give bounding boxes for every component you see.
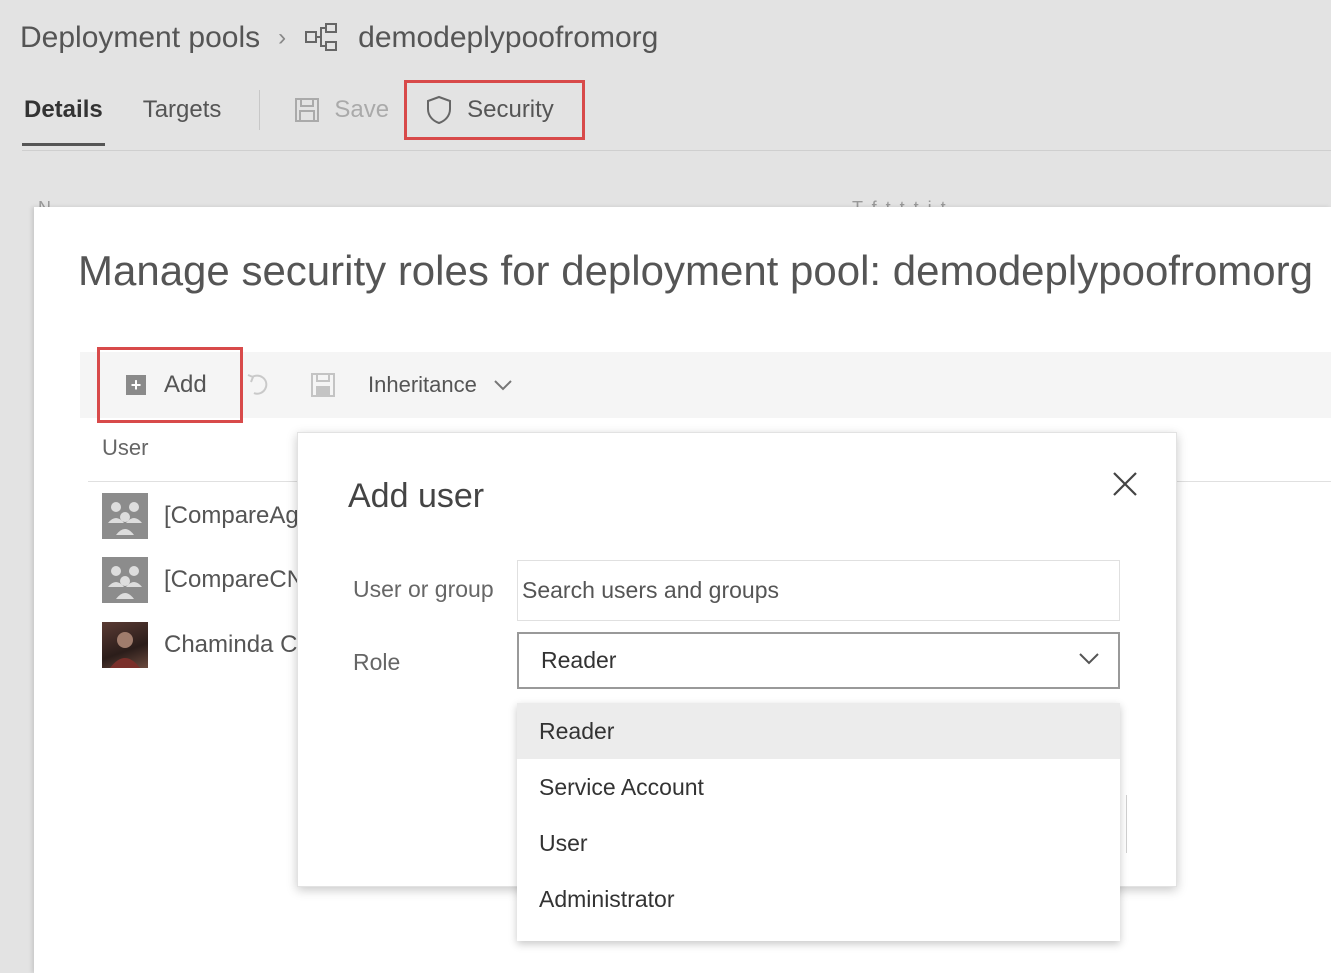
- save-icon: [295, 98, 320, 122]
- group-icon: [102, 493, 148, 539]
- role-select[interactable]: Reader: [517, 632, 1120, 689]
- role-options-list: Reader Service Account User Administrato…: [517, 703, 1120, 941]
- role-label: Role: [353, 649, 401, 675]
- user-name: Chaminda C: [164, 631, 298, 658]
- header-divider: [22, 150, 1331, 151]
- role-selected-value: Reader: [541, 647, 617, 673]
- user-avatar: [102, 622, 148, 668]
- user-row[interactable]: [CompareCN: [102, 557, 304, 603]
- inheritance-label: Inheritance: [368, 372, 477, 397]
- add-button[interactable]: + Add: [97, 347, 243, 423]
- role-option-administrator[interactable]: Administrator: [517, 871, 1120, 927]
- panel-title: Manage security roles for deployment poo…: [78, 247, 1314, 294]
- security-label: Security: [467, 96, 554, 123]
- security-button[interactable]: Security: [404, 80, 585, 140]
- tab-targets[interactable]: Targets: [141, 90, 224, 130]
- user-row[interactable]: Chaminda C: [102, 622, 297, 668]
- chevron-down-icon: [1079, 653, 1099, 665]
- page-tabs: Details Targets Save Security: [22, 80, 622, 146]
- group-icon: [102, 557, 148, 603]
- role-option-user[interactable]: User: [517, 815, 1120, 871]
- role-option-reader[interactable]: Reader: [517, 703, 1120, 759]
- breadcrumb-chevron-icon: ›: [278, 24, 287, 51]
- chevron-down-icon: [494, 380, 512, 391]
- user-name: [CompareAg: [164, 502, 299, 529]
- user-name: [CompareCN: [164, 566, 305, 593]
- user-column-header: User: [102, 435, 149, 460]
- breadcrumb: Deployment pools › demodeplypoofromorg: [20, 18, 658, 58]
- breadcrumb-root[interactable]: Deployment pools: [20, 21, 260, 55]
- undo-icon[interactable]: [246, 371, 270, 399]
- obscured-button-edge: [1120, 795, 1127, 853]
- add-icon: +: [126, 375, 146, 395]
- save-label: Save: [334, 96, 390, 123]
- tab-details[interactable]: Details: [22, 90, 105, 146]
- save-button[interactable]: Save: [294, 96, 389, 124]
- save-changes-icon[interactable]: [310, 372, 336, 398]
- inheritance-dropdown[interactable]: Inheritance: [368, 372, 513, 398]
- user-or-group-label: User or group: [353, 576, 494, 602]
- security-toolbar: + Add Inheritance: [80, 347, 1331, 423]
- role-option-service-account[interactable]: Service Account: [517, 759, 1120, 815]
- add-label: Add: [164, 371, 207, 398]
- user-row[interactable]: [CompareAg: [102, 493, 299, 539]
- dialog-title: Add user: [348, 477, 485, 515]
- shield-icon: [427, 95, 452, 125]
- user-search-field[interactable]: [517, 560, 1120, 621]
- toolbar-divider: [259, 90, 261, 130]
- close-icon[interactable]: [1110, 469, 1140, 499]
- search-input[interactable]: [518, 561, 1119, 620]
- breadcrumb-pool-name: demodeplypoofromorg: [358, 21, 659, 54]
- deployment-pool-icon: [305, 23, 338, 51]
